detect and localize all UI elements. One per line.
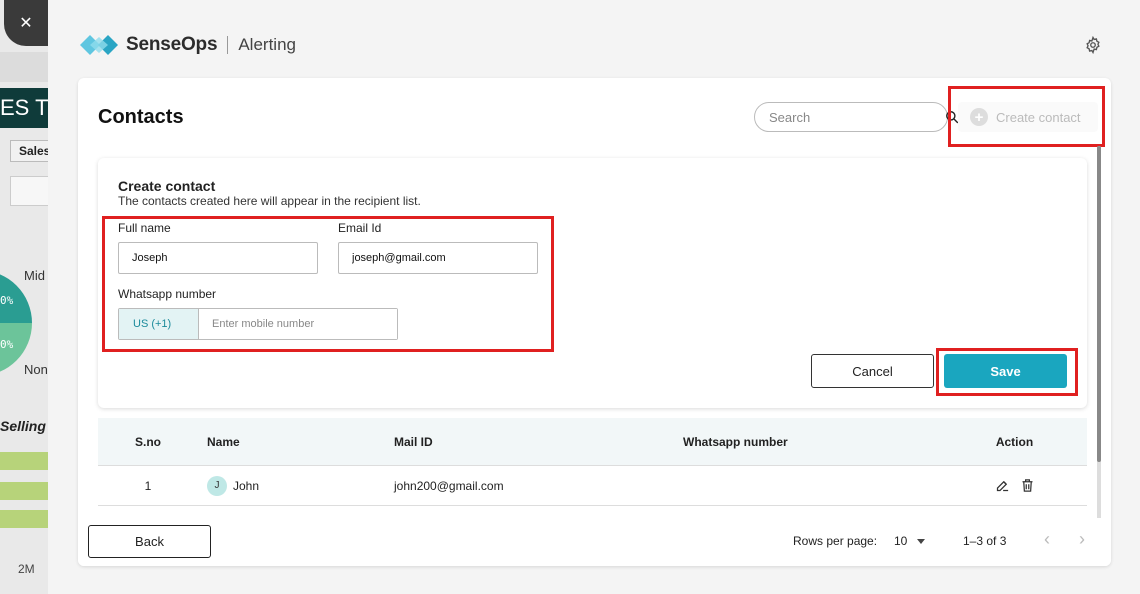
brand-divider xyxy=(227,36,229,54)
brand: SenseOps Alerting xyxy=(78,32,296,58)
background-toolbar xyxy=(0,52,48,82)
form-title: Create contact xyxy=(118,178,216,194)
rows-per-page-value: 10 xyxy=(894,534,908,548)
chevron-right-icon[interactable]: › xyxy=(1072,530,1092,550)
search-input[interactable] xyxy=(769,109,945,125)
rows-per-page-label: Rows per page: xyxy=(793,534,878,548)
pagination-range: 1–3 of 3 xyxy=(963,534,1007,548)
background-app: ✕ ES TE Sales 0% 0% Mid Non Selling 2M xyxy=(0,0,48,594)
background-pie-legend: Non xyxy=(24,362,48,377)
row-sno: 1 xyxy=(144,478,152,493)
create-contact-button[interactable]: + Create contact xyxy=(958,102,1098,132)
background-pie-legend: Mid xyxy=(24,268,45,283)
rows-per-page-select[interactable]: 10 xyxy=(894,534,926,548)
column-name: Name xyxy=(207,434,240,449)
contacts-table: S.no Name Mail ID Whatsapp number Action… xyxy=(98,418,1087,528)
caret-down-icon xyxy=(917,538,926,544)
column-whatsapp: Whatsapp number xyxy=(683,434,788,449)
edit-icon[interactable] xyxy=(995,478,1010,493)
full-name-label: Full name xyxy=(118,221,171,235)
senseops-logo-icon xyxy=(78,32,120,58)
brand-name: SenseOps xyxy=(126,34,218,55)
background-chart-title: Selling xyxy=(0,418,46,434)
search-box[interactable] xyxy=(754,102,959,132)
background-bar xyxy=(0,452,48,470)
background-pie-value: 0% xyxy=(0,338,14,351)
cancel-button[interactable]: Cancel xyxy=(811,354,934,388)
create-contact-label: Create contact xyxy=(996,109,1081,125)
background-axis-label: 2M xyxy=(18,562,35,576)
column-action: Action xyxy=(995,434,1034,449)
form-subtitle: The contacts created here will appear in… xyxy=(118,194,421,208)
background-bar xyxy=(0,510,48,528)
email-input[interactable] xyxy=(338,242,538,274)
background-pie-chart xyxy=(0,270,32,376)
background-bar xyxy=(0,482,48,500)
email-label: Email Id xyxy=(338,221,382,235)
whatsapp-field: US (+1) xyxy=(118,308,398,340)
delete-icon[interactable] xyxy=(1020,478,1035,493)
background-sales-filter: Sales xyxy=(10,140,48,162)
search-icon[interactable] xyxy=(945,110,959,124)
row-mail: john200@gmail.com xyxy=(394,478,504,493)
table-row: 1 J John john200@gmail.com xyxy=(98,466,1087,506)
chevron-left-icon[interactable]: ‹ xyxy=(1037,530,1057,550)
close-drawer-button[interactable]: ✕ xyxy=(4,0,48,46)
create-contact-form: Create contact The contacts created here… xyxy=(98,158,1087,408)
whatsapp-label: Whatsapp number xyxy=(118,287,217,301)
avatar: J xyxy=(207,475,227,496)
close-icon: ✕ xyxy=(19,15,33,32)
product-name: Alerting xyxy=(238,35,296,54)
row-actions xyxy=(942,478,1087,493)
contacts-card: Contacts + Create contact Create contact… xyxy=(78,78,1111,566)
full-name-input[interactable] xyxy=(118,242,318,274)
column-mail: Mail ID xyxy=(394,434,433,449)
card-footer: Back Rows per page: 10 1–3 of 3 ‹ › xyxy=(78,518,1111,566)
background-sheet-title: ES TE xyxy=(0,88,48,128)
alerting-drawer: SenseOps Alerting Contacts + Create cont… xyxy=(48,0,1140,594)
contact-name: John xyxy=(233,478,260,493)
scrollbar-thumb[interactable] xyxy=(1097,146,1101,462)
row-name: J John xyxy=(198,475,385,496)
plus-icon: + xyxy=(970,108,988,126)
page-title: Contacts xyxy=(98,106,184,128)
background-box xyxy=(10,176,48,206)
mobile-number-input[interactable] xyxy=(199,309,397,339)
column-sno: S.no xyxy=(135,434,161,449)
table-header: S.no Name Mail ID Whatsapp number Action xyxy=(98,418,1087,466)
save-button[interactable]: Save xyxy=(944,354,1067,388)
gear-icon[interactable] xyxy=(1084,35,1104,56)
back-button[interactable]: Back xyxy=(88,525,211,558)
country-code-select[interactable]: US (+1) xyxy=(119,309,199,339)
background-pie-value: 0% xyxy=(0,294,14,307)
